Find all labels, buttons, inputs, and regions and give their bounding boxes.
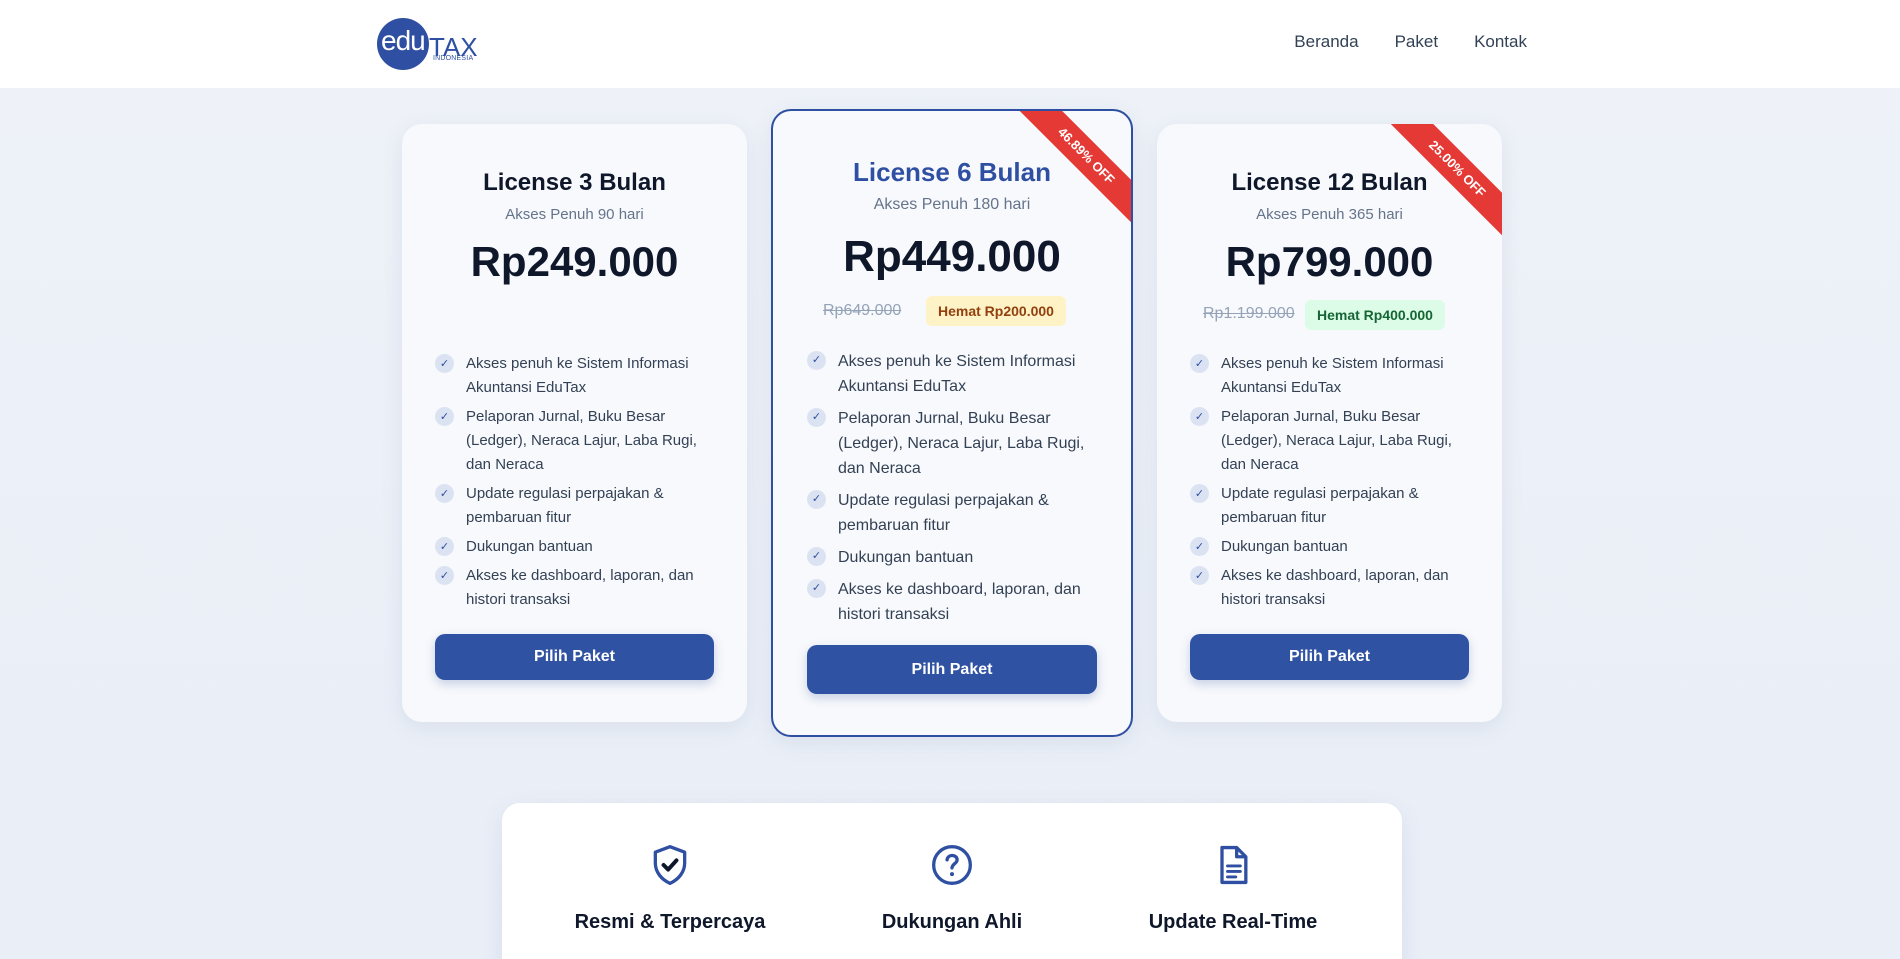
logo-sub-text: INDONESIA: [433, 55, 474, 62]
feature-text: Dukungan bantuan: [1221, 538, 1348, 555]
feature-text: Pelaporan Jurnal, Buku Besar (Ledger), N…: [466, 408, 697, 473]
benefit-label: Update Real-Time: [1148, 911, 1318, 933]
benefit-dukungan: Dukungan Ahli: [822, 843, 1082, 934]
feature-text: Akses ke dashboard, laporan, dan histori…: [838, 581, 1081, 623]
site-header: edu TAX INDONESIA Beranda Paket Kontak: [0, 0, 1900, 88]
plan-title: License 6 Bulan: [853, 157, 1051, 187]
plan-subtitle: Akses Penuh 90 hari: [505, 206, 644, 223]
feature-item: ✓ Dukungan bantuan: [435, 535, 717, 559]
check-icon: ✓: [807, 547, 826, 566]
plan-price: Rp249.000: [470, 238, 679, 285]
check-icon: ✓: [435, 566, 454, 585]
check-icon: ✓: [435, 354, 454, 373]
feature-text: Update regulasi perpajakan & pembaruan f…: [838, 492, 1049, 534]
plan-price: Rp449.000: [843, 232, 1061, 281]
plan-card-3-bulan: License 3 Bulan Akses Penuh 90 hari Rp24…: [402, 124, 747, 722]
plan-subtitle: Akses Penuh 365 hari: [1256, 206, 1403, 223]
benefits-strip: Resmi & Terpercaya Dukungan Ahli Update …: [502, 803, 1402, 959]
feature-item: ✓ Akses penuh ke Sistem Informasi Akuntan…: [807, 349, 1101, 399]
feature-item: ✓ Update regulasi perpajakan & pembaruan …: [807, 488, 1101, 538]
feature-item: ✓ Update regulasi perpajakan & pembaruan …: [435, 482, 717, 530]
check-icon: ✓: [807, 408, 826, 427]
feature-text: Dukungan bantuan: [838, 549, 974, 566]
check-icon: ✓: [807, 579, 826, 598]
plan-title: License 3 Bulan: [483, 169, 666, 196]
feature-item: ✓ Pelaporan Jurnal, Buku Besar (Ledger), …: [807, 406, 1101, 481]
feature-text: Dukungan bantuan: [466, 538, 593, 555]
plan-card-12-bulan: 25.00% OFF License 12 Bulan Akses Penuh …: [1157, 124, 1502, 722]
benefit-resmi: Resmi & Terpercaya: [540, 843, 800, 934]
feature-text: Akses penuh ke Sistem Informasi Akuntans…: [466, 355, 689, 396]
feature-text: Update regulasi perpajakan & pembaruan f…: [1221, 485, 1419, 526]
feature-item: ✓ Akses ke dashboard, laporan, dan histor…: [807, 577, 1101, 627]
feature-item: ✓ Akses penuh ke Sistem Informasi Akuntan…: [1190, 352, 1472, 400]
check-icon: ✓: [1190, 566, 1209, 585]
plan-title: License 12 Bulan: [1231, 169, 1428, 196]
feature-text: Update regulasi perpajakan & pembaruan f…: [466, 485, 664, 526]
check-icon: ✓: [1190, 354, 1209, 373]
feature-item: ✓ Akses penuh ke Sistem Informasi Akuntan…: [435, 352, 717, 400]
benefit-update: Update Real-Time: [1103, 843, 1363, 934]
feature-text: Akses ke dashboard, laporan, dan histori…: [466, 567, 694, 608]
nav-paket-link[interactable]: Paket: [1395, 32, 1438, 52]
feature-item: ✓ Akses ke dashboard, laporan, dan histor…: [1190, 564, 1472, 612]
check-icon: ✓: [435, 537, 454, 556]
question-circle-icon: [932, 845, 972, 885]
feature-item: ✓ Dukungan bantuan: [1190, 535, 1472, 559]
original-price: Rp1.199.000: [1203, 305, 1295, 322]
plan-price: Rp799.000: [1225, 238, 1434, 285]
feature-text: Pelaporan Jurnal, Buku Besar (Ledger), N…: [838, 410, 1085, 477]
savings-badge: Hemat Rp200.000: [926, 296, 1066, 326]
feature-list: ✓ Akses penuh ke Sistem Informasi Akuntan…: [1190, 352, 1472, 617]
pilih-paket-button-12-bulan[interactable]: Pilih Paket: [1190, 634, 1469, 680]
benefit-label: Dukungan Ahli: [881, 911, 1023, 933]
feature-item: ✓ Update regulasi perpajakan & pembaruan …: [1190, 482, 1472, 530]
shield-check-icon: [653, 845, 687, 885]
feature-list: ✓ Akses penuh ke Sistem Informasi Akuntan…: [807, 349, 1101, 634]
pilih-paket-button-3-bulan[interactable]: Pilih Paket: [435, 634, 714, 680]
check-icon: ✓: [1190, 484, 1209, 503]
feature-item: ✓ Pelaporan Jurnal, Buku Besar (Ledger), …: [1190, 405, 1472, 477]
main-nav: Beranda Paket Kontak: [1294, 32, 1527, 52]
feature-text: Akses ke dashboard, laporan, dan histori…: [1221, 567, 1449, 608]
plan-subtitle: Akses Penuh 180 hari: [873, 196, 1031, 213]
nav-kontak-link[interactable]: Kontak: [1474, 32, 1527, 52]
feature-text: Pelaporan Jurnal, Buku Besar (Ledger), N…: [1221, 408, 1452, 473]
check-icon: ✓: [1190, 407, 1209, 426]
feature-text: Akses penuh ke Sistem Informasi Akuntans…: [1221, 355, 1444, 396]
nav-beranda-link[interactable]: Beranda: [1294, 32, 1358, 52]
feature-list: ✓ Akses penuh ke Sistem Informasi Akuntan…: [435, 352, 717, 617]
savings-badge: Hemat Rp400.000: [1305, 300, 1445, 330]
feature-text: Akses penuh ke Sistem Informasi Akuntans…: [838, 353, 1076, 395]
original-price: Rp649.000: [823, 302, 902, 319]
pilih-paket-button-6-bulan[interactable]: Pilih Paket: [807, 645, 1097, 694]
document-icon: [1220, 845, 1248, 885]
logo-edu-text: edu: [381, 25, 426, 56]
check-icon: ✓: [435, 484, 454, 503]
plan-card-6-bulan: 46.89% OFF License 6 Bulan Akses Penuh 1…: [771, 109, 1133, 737]
check-icon: ✓: [807, 490, 826, 509]
feature-item: ✓ Pelaporan Jurnal, Buku Besar (Ledger), …: [435, 405, 717, 477]
edutax-logo[interactable]: edu TAX INDONESIA: [377, 16, 487, 70]
check-icon: ✓: [807, 351, 826, 370]
check-icon: ✓: [435, 407, 454, 426]
feature-item: ✓ Dukungan bantuan: [807, 545, 1101, 570]
feature-item: ✓ Akses ke dashboard, laporan, dan histor…: [435, 564, 717, 612]
benefit-label: Resmi & Terpercaya: [574, 911, 766, 933]
check-icon: ✓: [1190, 537, 1209, 556]
